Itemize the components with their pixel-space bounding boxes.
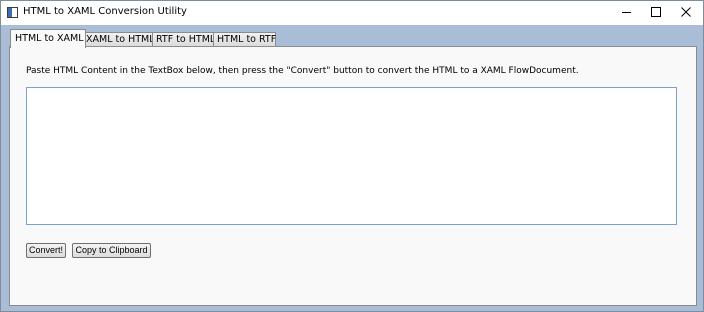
window-title: HTML to XAML Conversion Utility xyxy=(23,6,187,17)
close-button[interactable] xyxy=(671,1,701,23)
html-input-textbox[interactable] xyxy=(26,87,677,225)
convert-button[interactable]: Convert! xyxy=(26,243,66,258)
minimize-icon xyxy=(621,11,631,13)
copy-to-clipboard-button[interactable]: Copy to Clipboard xyxy=(72,243,151,258)
maximize-button[interactable] xyxy=(641,1,671,23)
tab-html-to-xaml[interactable]: HTML to XAML xyxy=(10,29,86,48)
tab-content-panel: Paste HTML Content in the TextBox below,… xyxy=(9,46,697,306)
tab-xaml-to-html[interactable]: XAML to HTML xyxy=(82,32,155,47)
tab-html-to-rtf[interactable]: HTML to RTF xyxy=(213,32,276,47)
minimize-button[interactable] xyxy=(611,1,641,23)
tab-rtf-to-html[interactable]: RTF to HTML xyxy=(152,32,215,47)
close-icon xyxy=(681,7,691,17)
maximize-icon xyxy=(651,7,661,17)
application-window: HTML to XAML Conversion Utility HTML to … xyxy=(0,0,704,312)
app-window-icon xyxy=(7,7,18,18)
instructions-text: Paste HTML Content in the TextBox below,… xyxy=(26,66,579,76)
title-bar[interactable]: HTML to XAML Conversion Utility xyxy=(1,1,703,25)
